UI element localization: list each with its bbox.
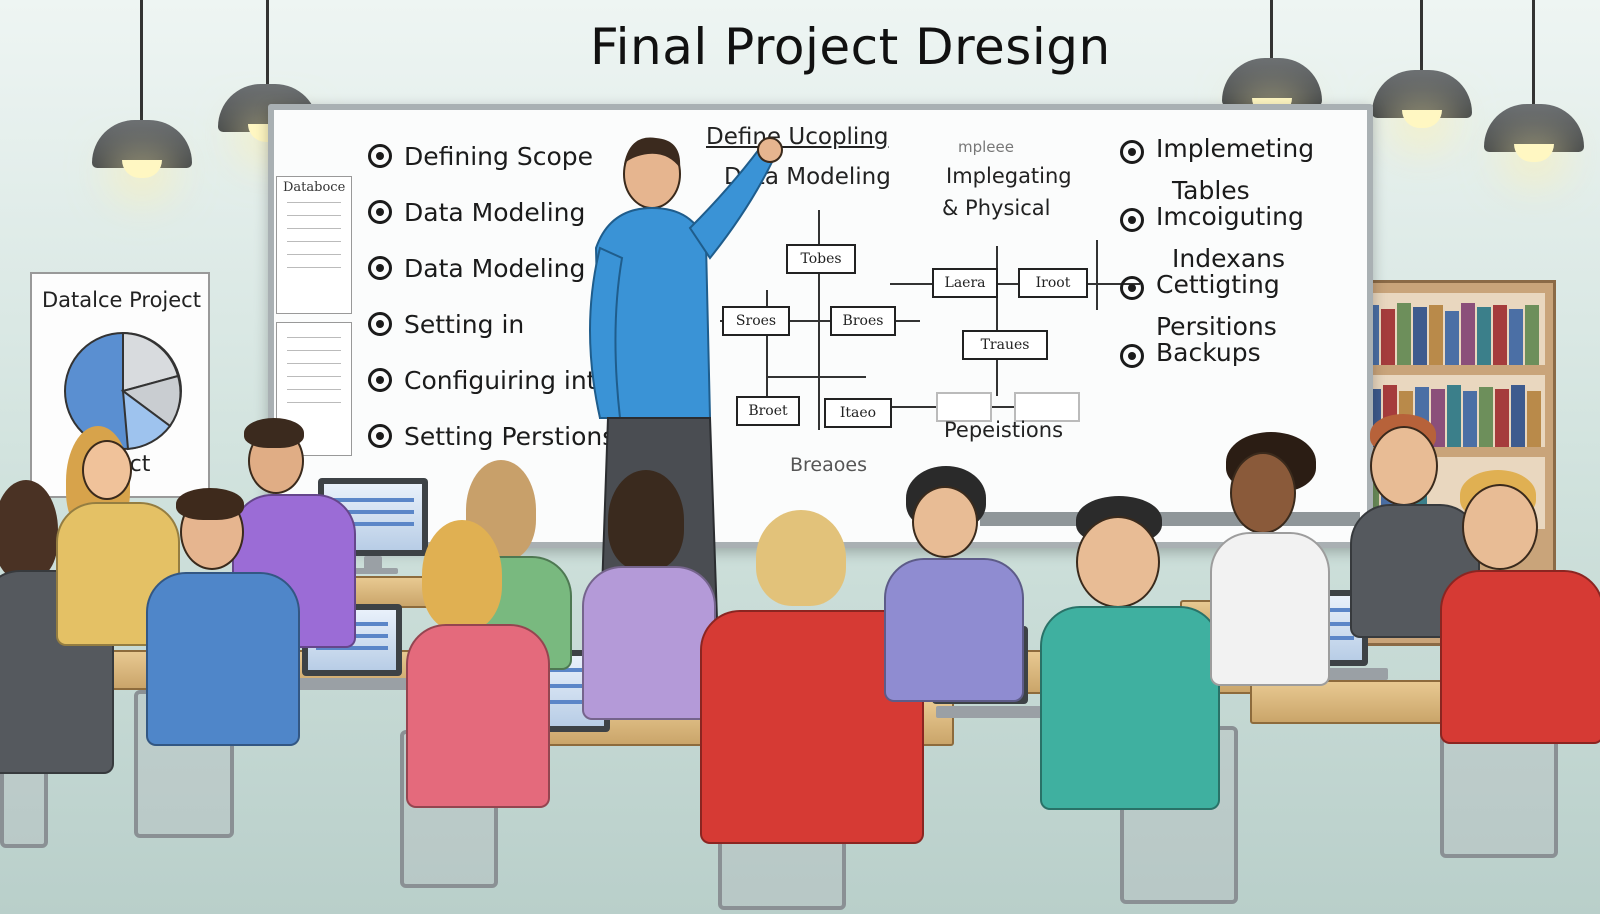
ceiling-lamp	[1372, 0, 1472, 130]
list-item: Implemeting Tables	[1120, 128, 1314, 205]
bullet-icon	[368, 200, 392, 224]
board-heading: Implegating	[946, 164, 1072, 188]
diagram-box: Traues	[962, 330, 1048, 360]
board-heading: mpleee	[958, 138, 1014, 156]
bullet-icon	[368, 312, 392, 336]
classroom-scene: Final Project Dresign Databoce Defining …	[0, 0, 1600, 914]
student	[1440, 470, 1600, 850]
student	[884, 466, 1024, 706]
student	[146, 488, 300, 818]
ceiling-lamp	[1484, 0, 1584, 164]
student	[402, 520, 552, 850]
diagram-label: Breaoes	[790, 454, 867, 476]
board-heading: & Physical	[942, 196, 1051, 220]
bullet-icon	[1120, 344, 1144, 368]
note-sheet: Databoce	[276, 176, 352, 314]
board-right-list: Implemeting Tables Imcoiguting Indexans Ce…	[1120, 128, 1314, 400]
diagram-box: Broes	[830, 306, 896, 336]
diagram-connector	[1096, 240, 1098, 310]
bullet-icon	[368, 144, 392, 168]
bullet-icon	[1120, 208, 1144, 232]
poster-title: Datalce Project	[42, 288, 201, 312]
bullet-icon	[1120, 140, 1144, 164]
diagram-connector	[890, 283, 1140, 285]
diagram-box: Tobes	[786, 244, 856, 274]
scene-title: Final Project Dresign	[590, 18, 1111, 76]
bullet-icon	[368, 368, 392, 392]
list-item: Imcoiguting Indexans	[1120, 196, 1314, 273]
list-item: Backups	[1120, 332, 1314, 388]
student	[1210, 432, 1330, 692]
student	[1040, 496, 1220, 856]
diagram-box: Laera	[932, 268, 998, 298]
diagram-box: Iroot	[1018, 268, 1088, 298]
sheet-header: Databoce	[283, 180, 346, 195]
bullet-icon	[368, 256, 392, 280]
bullet-icon	[1120, 276, 1144, 300]
bullet-icon	[368, 424, 392, 448]
diagram-box: Itaeo	[824, 398, 892, 428]
ceiling-lamp	[92, 0, 192, 180]
diagram-label: Pepeistions	[944, 418, 1064, 442]
